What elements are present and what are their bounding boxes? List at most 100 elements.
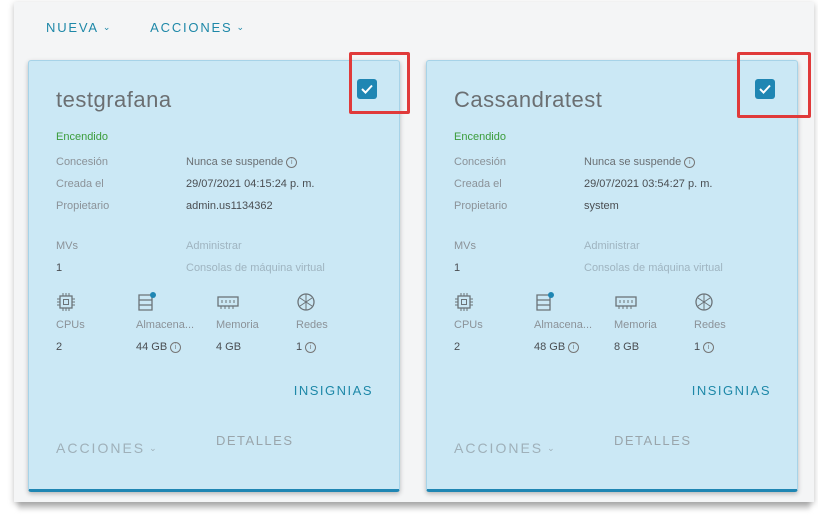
card-actions-label: ACCIONES	[56, 440, 146, 456]
properties-list: Concesión Nunca se suspende i Creada el 2…	[56, 151, 314, 217]
cpus-label: CPUs	[56, 319, 85, 331]
owner-label: Propietario	[454, 200, 508, 212]
resources-row: CPUs 2 Almacena... 48 GBi Memoria 8 GB	[454, 289, 774, 353]
lease-value-text: Nunca se suspende	[186, 156, 284, 168]
vms-row: MVs Administrar	[454, 235, 723, 257]
properties-list: Concesión Nunca se suspende i Creada el 2…	[454, 151, 712, 217]
owner-row: Propietario system	[454, 195, 712, 217]
select-checkbox[interactable]	[755, 79, 775, 99]
lease-value-text: Nunca se suspende	[584, 156, 682, 168]
memory-resource: Memoria 4 GB	[216, 289, 296, 353]
memory-label: Memoria	[216, 319, 259, 331]
storage-label: Almacena...	[534, 319, 593, 331]
console-link[interactable]: Consolas de máquina virtual	[186, 257, 325, 279]
screenshot-frame: NUEVA ⌄ ACCIONES ⌄ testgrafana Encendido…	[0, 0, 818, 523]
storage-resource: Almacena... 48 GB i	[534, 289, 614, 353]
storage-resource: Almacena... 44 GB i	[136, 289, 216, 353]
memory-value: 8 GB	[614, 341, 640, 353]
created-value: 29/07/2021 04:15:24 p. m.	[186, 178, 315, 190]
vms-label: MVs	[454, 240, 476, 252]
status-label: Encendido	[56, 131, 108, 143]
checkmark-icon	[361, 84, 373, 94]
vms-count: 1	[454, 262, 461, 274]
owner-value: system	[584, 200, 619, 212]
vapp-name[interactable]: Cassandratest	[454, 87, 602, 113]
cpu-resource: CPUs 2	[454, 289, 534, 353]
vms-section: MVs Administrar 1 Consolas de máquina vi…	[56, 235, 325, 279]
vapp-page: NUEVA ⌄ ACCIONES ⌄ testgrafana Encendido…	[14, 2, 814, 502]
owner-label: Propietario	[56, 200, 110, 212]
storage-icon	[138, 292, 156, 311]
network-resource: Redes 1i	[694, 289, 774, 353]
lease-label: Concesión	[454, 156, 506, 168]
vapp-name[interactable]: testgrafana	[56, 87, 172, 113]
memory-icon	[615, 296, 637, 309]
card-footer: ACCIONES ⌄ DETALLES	[56, 433, 294, 456]
networks-value: 1i	[296, 341, 376, 353]
cpu-icon	[455, 293, 473, 311]
networks-label: Redes	[296, 319, 328, 331]
toolbar: NUEVA ⌄ ACCIONES ⌄	[46, 20, 246, 35]
new-label: NUEVA	[46, 20, 99, 35]
networks-value-text: 1	[694, 341, 701, 353]
info-icon[interactable]: i	[170, 341, 182, 353]
networks-label: Redes	[694, 319, 726, 331]
lease-label: Concesión	[56, 156, 108, 168]
created-row: Creada el 29/07/2021 03:54:27 p. m.	[454, 173, 712, 195]
created-row: Creada el 29/07/2021 04:15:24 p. m.	[56, 173, 314, 195]
cpu-icon	[57, 293, 75, 311]
storage-icon	[536, 292, 554, 311]
badges-button[interactable]: INSIGNIAS	[294, 383, 373, 398]
owner-row: Propietario admin.us1134362	[56, 195, 314, 217]
status-label: Encendido	[454, 131, 506, 143]
chevron-down-icon: ⌄	[547, 442, 557, 453]
storage-value: 44 GB i	[136, 341, 216, 353]
info-icon[interactable]: i	[568, 341, 580, 353]
chevron-down-icon: ⌄	[149, 442, 159, 453]
details-button[interactable]: DETALLES	[614, 433, 692, 448]
new-dropdown-button[interactable]: NUEVA ⌄	[46, 20, 112, 35]
resources-row: CPUs 2 Almacena... 44 GBi Memoria 4 GB	[56, 289, 376, 353]
created-label: Creada el	[454, 178, 502, 190]
vms-count-row: 1 Consolas de máquina virtual	[56, 257, 325, 279]
info-icon[interactable]: i	[703, 341, 715, 353]
info-icon[interactable]: i	[286, 156, 298, 168]
lease-row: Concesión Nunca se suspende i	[56, 151, 314, 173]
console-link[interactable]: Consolas de máquina virtual	[584, 257, 723, 279]
badges-button[interactable]: INSIGNIAS	[692, 383, 771, 398]
vapp-card[interactable]: testgrafana Encendido Concesión Nunca se…	[28, 52, 410, 492]
storage-value-text: 48 GB	[534, 341, 566, 353]
vapp-card[interactable]: Cassandratest Encendido Concesión Nunca …	[426, 52, 811, 492]
memory-value: 4 GB	[216, 341, 242, 353]
cpus-value: 2	[56, 341, 63, 353]
checkmark-icon	[759, 84, 771, 94]
select-checkbox[interactable]	[357, 79, 377, 99]
manage-link[interactable]: Administrar	[186, 235, 242, 257]
cpu-resource: CPUs 2	[56, 289, 136, 353]
card-actions-button[interactable]: ACCIONES ⌄	[56, 440, 216, 456]
vms-row: MVs Administrar	[56, 235, 325, 257]
details-button[interactable]: DETALLES	[216, 433, 294, 448]
info-icon[interactable]: i	[684, 156, 696, 168]
manage-link[interactable]: Administrar	[584, 235, 640, 257]
lease-value: Nunca se suspende i	[186, 151, 298, 173]
info-icon[interactable]: i	[305, 341, 317, 353]
network-icon	[695, 293, 713, 311]
memory-resource: Memoria 8 GB	[614, 289, 694, 353]
cpus-value: 2	[454, 341, 461, 353]
actions-dropdown-button[interactable]: ACCIONES ⌄	[150, 20, 246, 35]
card-actions-label: ACCIONES	[454, 440, 544, 456]
networks-value-text: 1	[296, 341, 303, 353]
lease-row: Concesión Nunca se suspende i	[454, 151, 712, 173]
storage-value: 48 GB i	[534, 341, 614, 353]
vms-label: MVs	[56, 240, 78, 252]
created-value: 29/07/2021 03:54:27 p. m.	[584, 178, 713, 190]
lease-value: Nunca se suspende i	[584, 151, 696, 173]
card-actions-button[interactable]: ACCIONES ⌄	[454, 440, 614, 456]
created-label: Creada el	[56, 178, 104, 190]
memory-icon	[217, 296, 239, 309]
storage-value-text: 44 GB	[136, 341, 168, 353]
chevron-down-icon: ⌄	[236, 22, 246, 32]
actions-label: ACCIONES	[150, 20, 233, 35]
memory-label: Memoria	[614, 319, 657, 331]
